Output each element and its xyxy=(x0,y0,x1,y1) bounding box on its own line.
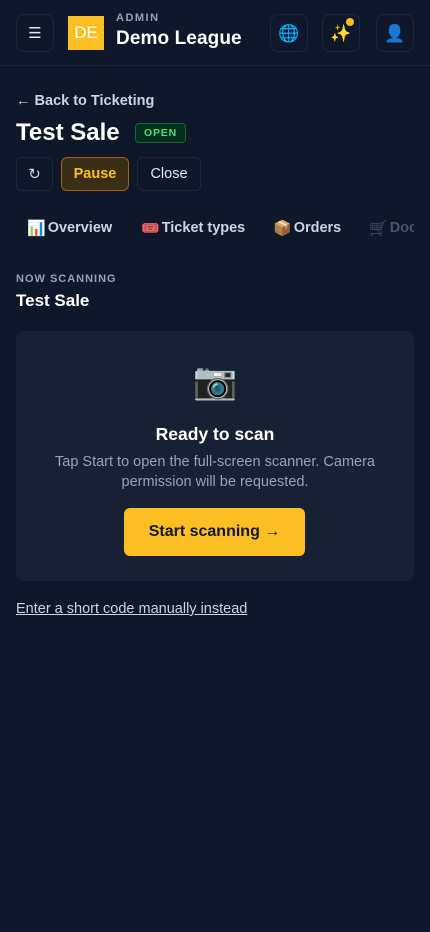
camera-icon: 📷 xyxy=(192,360,238,401)
pause-button[interactable]: Pause xyxy=(61,157,129,191)
tab-overview[interactable]: 📊 Overview xyxy=(27,219,112,237)
back-to-ticketing-link[interactable]: ← Back to Ticketing xyxy=(16,93,154,109)
tab-orders[interactable]: 📦 Orders xyxy=(273,219,341,237)
menu-button[interactable]: ☰ xyxy=(16,14,54,52)
top-bar: ☰ DE ADMIN Demo League 🌐 ✨ 👤 xyxy=(0,0,430,66)
league-logo: DE xyxy=(68,16,104,50)
tab-label: Overview xyxy=(47,220,113,236)
tab-bar: 📊 Overview 🎟️ Ticket types 📦 Orders 🛒 Do… xyxy=(16,211,414,249)
package-icon: 📦 xyxy=(273,220,292,237)
refresh-icon: ↻ xyxy=(28,166,41,183)
refresh-button[interactable]: ↻ xyxy=(16,157,53,191)
page-title: Test Sale xyxy=(16,119,120,146)
tab-label: Doo xyxy=(389,220,414,236)
league-name: Demo League xyxy=(116,28,242,49)
scanning-event-name: Test Sale xyxy=(16,291,90,310)
tab-ticket-types[interactable]: 🎟️ Ticket types xyxy=(141,219,245,237)
close-sale-button[interactable]: Close xyxy=(137,157,201,191)
whats-new-button[interactable]: ✨ xyxy=(322,14,360,52)
cart-icon: 🛒 xyxy=(369,220,388,237)
status-badge: OPEN xyxy=(135,123,186,143)
manual-code-link[interactable]: Enter a short code manually instead xyxy=(16,601,247,617)
ticket-icon: 🎟️ xyxy=(141,220,160,237)
notification-dot xyxy=(346,18,354,26)
start-scanning-button[interactable]: Start scanning → xyxy=(124,508,305,556)
tab-doors[interactable]: 🛒 Doo xyxy=(369,219,414,237)
sparkles-icon: ✨ xyxy=(330,23,352,43)
hamburger-icon: ☰ xyxy=(28,24,42,42)
account-button[interactable]: 👤 xyxy=(376,14,414,52)
chart-icon: 📊 xyxy=(27,220,46,237)
language-button[interactable]: 🌐 xyxy=(270,14,308,52)
scanner-title: Ready to scan xyxy=(155,424,275,444)
tab-label: Ticket types xyxy=(161,220,246,236)
brand-kicker: ADMIN xyxy=(116,12,160,24)
now-scanning-kicker: NOW SCANNING xyxy=(16,273,117,285)
user-icon: 👤 xyxy=(384,23,406,43)
scanner-card: 📷 Ready to scan Tap Start to open the fu… xyxy=(16,331,414,581)
globe-icon: 🌐 xyxy=(278,23,300,43)
tab-label: Orders xyxy=(293,220,342,236)
scanner-description: Tap Start to open the full-screen scanne… xyxy=(55,454,375,490)
